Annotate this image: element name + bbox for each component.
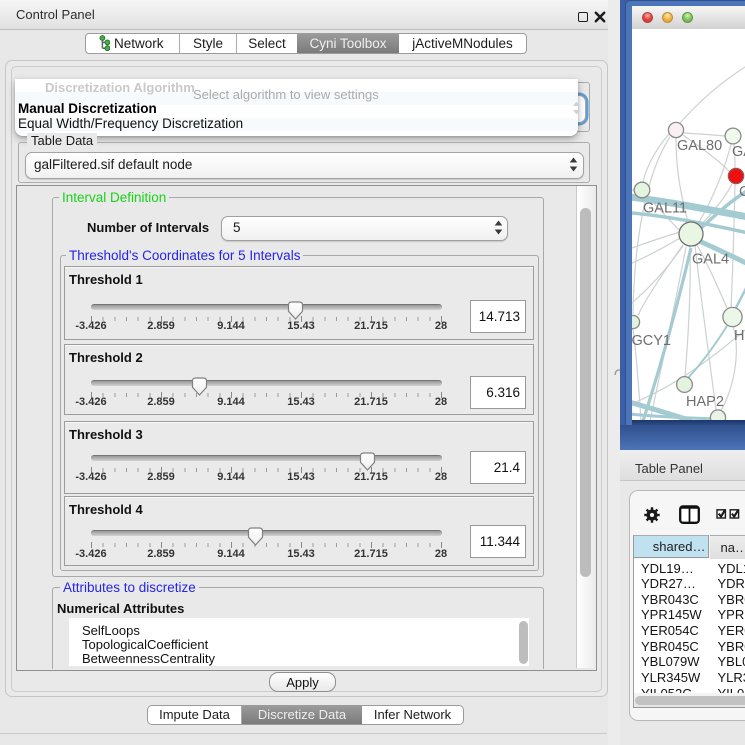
svg-text:GAL11: GAL11 bbox=[643, 201, 687, 217]
svg-text:GAL3: GAL3 bbox=[732, 144, 745, 160]
svg-text:CD: CD bbox=[739, 184, 745, 200]
svg-text:HAP2: HAP2 bbox=[686, 394, 724, 410]
svg-text:H: H bbox=[734, 328, 744, 344]
svg-text:GAL80: GAL80 bbox=[677, 138, 722, 154]
svg-text:GAL4: GAL4 bbox=[692, 252, 729, 268]
svg-text:GCY1: GCY1 bbox=[632, 333, 671, 349]
